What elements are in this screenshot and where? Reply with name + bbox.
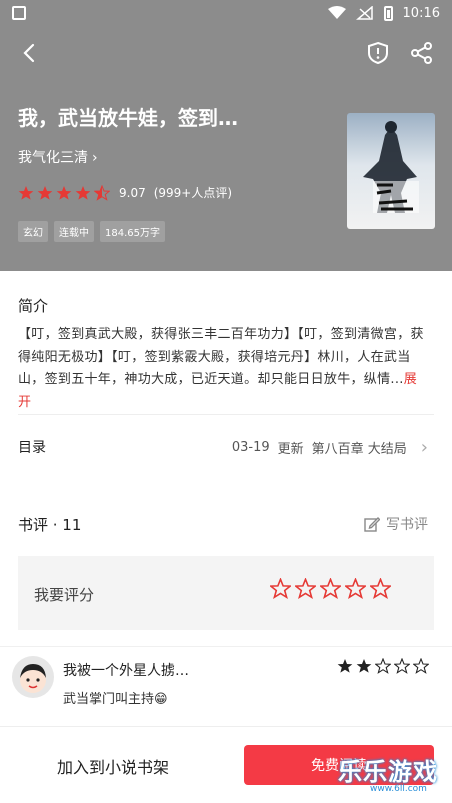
battery-icon xyxy=(383,5,393,21)
rate-star-1[interactable] xyxy=(270,578,291,599)
rate-star-4[interactable] xyxy=(345,578,366,599)
watermark-url: www.6ll.com xyxy=(370,784,427,794)
intro-body: 【叮，签到真武大殿，获得张三丰二百年功力】【叮，签到清微宫，获得纯阳无极功】【叮… xyxy=(18,327,424,387)
report-button[interactable] xyxy=(363,38,393,68)
signal-icon xyxy=(355,6,373,20)
write-review-label: 写书评 xyxy=(386,517,428,533)
chevron-right-icon: › xyxy=(92,150,98,166)
rate-prompt: 我要评分 xyxy=(34,586,95,604)
empty-star-icon xyxy=(413,658,429,674)
rate-star-3[interactable] xyxy=(320,578,341,599)
divider xyxy=(0,646,452,647)
rate-box: 我要评分 xyxy=(18,556,434,630)
tag-genre: 玄幻 xyxy=(18,221,48,242)
wifi-icon xyxy=(327,6,346,19)
back-button[interactable] xyxy=(14,38,44,68)
edit-icon xyxy=(364,517,380,532)
author-name: 我气化三清 xyxy=(18,150,88,166)
star-icon xyxy=(75,185,91,200)
toc-update-label: 更新 xyxy=(277,442,304,457)
shield-icon xyxy=(368,41,388,65)
book-title: 我，武当放牛娃，签到… xyxy=(18,106,238,130)
book-header: 10:16 我，武当放牛娃，签到… 我气化三清 › 9.07 (999+人点评) … xyxy=(0,0,452,271)
toc-latest[interactable]: 03-19 更新 第八百章 大结局 › xyxy=(232,437,428,458)
intro-heading: 简介 xyxy=(18,297,49,315)
tag-word-count: 184.65万字 xyxy=(100,221,165,242)
rate-stars xyxy=(270,578,391,599)
empty-star-icon xyxy=(375,658,391,674)
rating-count: (999+人点评) xyxy=(153,186,233,200)
share-button[interactable] xyxy=(407,38,437,68)
status-time: 10:16 xyxy=(402,5,440,21)
review-card: 书评 · 11 写书评 我要评分 我被一个外星人掳… 武当掌门叫主持😁 xyxy=(0,490,452,726)
chevron-right-icon: › xyxy=(420,437,428,458)
comment-username: 我被一个外星人掳… xyxy=(63,663,189,679)
author-link[interactable]: 我气化三清 › xyxy=(18,147,98,167)
comment-text: 武当掌门叫主持😁 xyxy=(63,692,168,707)
share-icon xyxy=(411,42,432,64)
half-star-icon xyxy=(94,184,110,201)
add-to-shelf-button[interactable]: 加入到小说书架 xyxy=(18,727,208,803)
avatar[interactable] xyxy=(12,656,54,698)
star-icon xyxy=(356,659,372,673)
toc-label[interactable]: 目录 xyxy=(18,437,46,457)
app-notification-icon xyxy=(12,6,26,20)
toc-date: 03-19 xyxy=(231,440,270,455)
star-icon xyxy=(56,185,72,200)
write-review-button[interactable]: 写书评 xyxy=(364,514,428,534)
rating-score: 9.07 xyxy=(119,185,146,200)
rate-star-2[interactable] xyxy=(295,578,316,599)
star-icon xyxy=(337,659,353,673)
top-nav xyxy=(0,30,452,76)
tag-status: 连载中 xyxy=(54,221,94,242)
book-cover-image xyxy=(347,113,435,229)
back-arrow-icon xyxy=(23,43,35,63)
review-header: 书评 · 11 xyxy=(18,516,82,534)
intro-text: 【叮，签到真武大殿，获得张三丰二百年功力】【叮，签到清微宫，获得纯阳无极功】【叮… xyxy=(18,324,428,414)
comment-rating xyxy=(337,658,429,674)
intro-card: 简介 【叮，签到真武大殿，获得张三丰二百年功力】【叮，签到清微宫，获得纯阳无极功… xyxy=(0,271,452,490)
star-icon xyxy=(37,185,53,200)
empty-star-icon xyxy=(394,658,410,674)
star-icon xyxy=(18,185,34,200)
status-bar: 10:16 xyxy=(0,0,452,26)
book-rating: 9.07 (999+人点评) xyxy=(18,184,232,201)
toc-latest-chapter: 第八百章 大结局 xyxy=(311,442,407,457)
watermark-logo: 乐乐游戏 xyxy=(338,758,438,786)
divider xyxy=(18,414,434,415)
rate-star-5[interactable] xyxy=(370,578,391,599)
book-tags: 玄幻 连载中 184.65万字 xyxy=(18,221,165,242)
